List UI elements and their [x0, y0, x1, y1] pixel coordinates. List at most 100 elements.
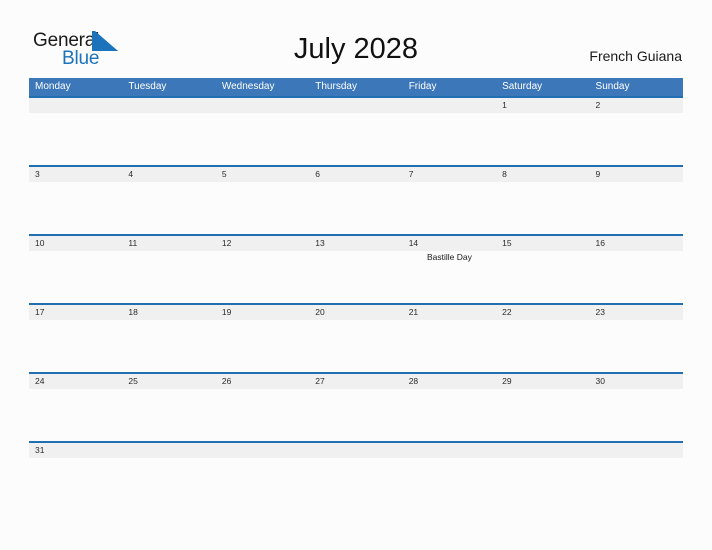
day-number[interactable]: 10 [29, 236, 122, 251]
weekday-header-monday: Monday [35, 81, 71, 92]
week-row: 31 [29, 441, 683, 458]
day-cell[interactable] [309, 113, 402, 165]
day-cell[interactable] [496, 389, 589, 441]
day-cell[interactable] [309, 320, 402, 372]
day-cell[interactable] [216, 113, 309, 165]
day-number[interactable] [590, 443, 683, 458]
day-number[interactable]: 25 [122, 374, 215, 389]
week-daynumber-band: 10 11 12 13 14 15 16 [29, 236, 683, 251]
weekday-header-saturday: Saturday [502, 81, 543, 92]
day-number[interactable]: 1 [496, 98, 589, 113]
day-number[interactable] [496, 443, 589, 458]
day-cell[interactable] [496, 113, 589, 165]
day-number[interactable]: 7 [403, 167, 496, 182]
day-number[interactable] [403, 443, 496, 458]
day-event-text: Bastille Day [426, 252, 472, 262]
day-number[interactable] [216, 443, 309, 458]
day-number[interactable]: 15 [496, 236, 589, 251]
day-number[interactable]: 23 [590, 305, 683, 320]
day-number[interactable]: 13 [309, 236, 402, 251]
day-number[interactable]: 18 [122, 305, 215, 320]
weekday-header-row: Monday Tuesday Wednesday Thursday Friday… [29, 78, 683, 96]
day-number[interactable]: 5 [216, 167, 309, 182]
day-cell[interactable] [122, 251, 215, 303]
day-number[interactable]: 8 [496, 167, 589, 182]
day-cell[interactable] [590, 251, 683, 303]
week-daynumber-band: 24 25 26 27 28 29 30 [29, 374, 683, 389]
day-number[interactable]: 27 [309, 374, 402, 389]
day-number[interactable]: 19 [216, 305, 309, 320]
day-cell[interactable] [496, 320, 589, 372]
weekday-header-friday: Friday [408, 81, 437, 92]
day-number[interactable]: 30 [590, 374, 683, 389]
day-cell[interactable] [122, 182, 215, 234]
week-daynumber-band: 1 2 [29, 98, 683, 113]
day-cell[interactable] [403, 389, 496, 441]
day-cell[interactable] [403, 113, 496, 165]
day-number[interactable]: 6 [309, 167, 402, 182]
week-event-band [29, 113, 683, 165]
day-cell[interactable] [216, 320, 309, 372]
weekday-header-thursday: Thursday [315, 81, 357, 92]
week-row: 3 4 5 6 7 8 9 [29, 165, 683, 234]
day-cell[interactable] [590, 182, 683, 234]
day-number[interactable] [29, 98, 122, 113]
day-number[interactable]: 22 [496, 305, 589, 320]
weekday-header-tuesday: Tuesday [128, 81, 167, 92]
day-cell[interactable] [590, 320, 683, 372]
page-header: General Blue July 2028 French Guiana [0, 0, 712, 78]
day-number[interactable] [309, 98, 402, 113]
day-number[interactable]: 4 [122, 167, 215, 182]
day-cell[interactable] [122, 320, 215, 372]
day-number[interactable]: 29 [496, 374, 589, 389]
day-cell[interactable] [29, 182, 122, 234]
day-cell[interactable] [122, 113, 215, 165]
week-row: 10 11 12 13 14 15 16 Bastille Day [29, 234, 683, 303]
day-cell-bastille-day[interactable]: Bastille Day [403, 251, 496, 303]
day-cell[interactable] [29, 389, 122, 441]
day-cell[interactable] [590, 389, 683, 441]
day-cell[interactable] [403, 320, 496, 372]
day-cell[interactable] [29, 320, 122, 372]
day-cell[interactable] [29, 251, 122, 303]
day-number[interactable]: 16 [590, 236, 683, 251]
week-event-band [29, 320, 683, 372]
day-cell[interactable] [590, 113, 683, 165]
day-cell[interactable] [496, 251, 589, 303]
day-number[interactable] [216, 98, 309, 113]
day-cell[interactable] [29, 113, 122, 165]
day-number[interactable]: 14 [403, 236, 496, 251]
week-row: 24 25 26 27 28 29 30 [29, 372, 683, 441]
day-cell[interactable] [216, 251, 309, 303]
day-number[interactable]: 11 [122, 236, 215, 251]
day-cell[interactable] [122, 389, 215, 441]
day-cell[interactable] [403, 182, 496, 234]
day-number[interactable]: 21 [403, 305, 496, 320]
day-number[interactable]: 20 [309, 305, 402, 320]
day-cell[interactable] [309, 389, 402, 441]
week-row: 17 18 19 20 21 22 23 [29, 303, 683, 372]
day-cell[interactable] [309, 251, 402, 303]
day-number[interactable]: 26 [216, 374, 309, 389]
weekday-header-sunday: Sunday [595, 81, 630, 92]
day-cell[interactable] [309, 182, 402, 234]
day-number[interactable]: 12 [216, 236, 309, 251]
day-number[interactable]: 31 [29, 443, 122, 458]
day-number[interactable]: 2 [590, 98, 683, 113]
day-number[interactable]: 28 [403, 374, 496, 389]
day-number[interactable] [122, 443, 215, 458]
day-number[interactable]: 9 [590, 167, 683, 182]
day-number[interactable]: 24 [29, 374, 122, 389]
day-cell[interactable] [496, 182, 589, 234]
day-cell[interactable] [216, 389, 309, 441]
week-daynumber-band: 3 4 5 6 7 8 9 [29, 167, 683, 182]
day-cell[interactable] [216, 182, 309, 234]
day-number[interactable] [122, 98, 215, 113]
day-number[interactable] [403, 98, 496, 113]
calendar-grid: Monday Tuesday Wednesday Thursday Friday… [29, 78, 683, 458]
day-number[interactable]: 17 [29, 305, 122, 320]
week-event-band [29, 182, 683, 234]
day-number[interactable]: 3 [29, 167, 122, 182]
day-number[interactable] [309, 443, 402, 458]
week-event-band: Bastille Day [29, 251, 683, 303]
